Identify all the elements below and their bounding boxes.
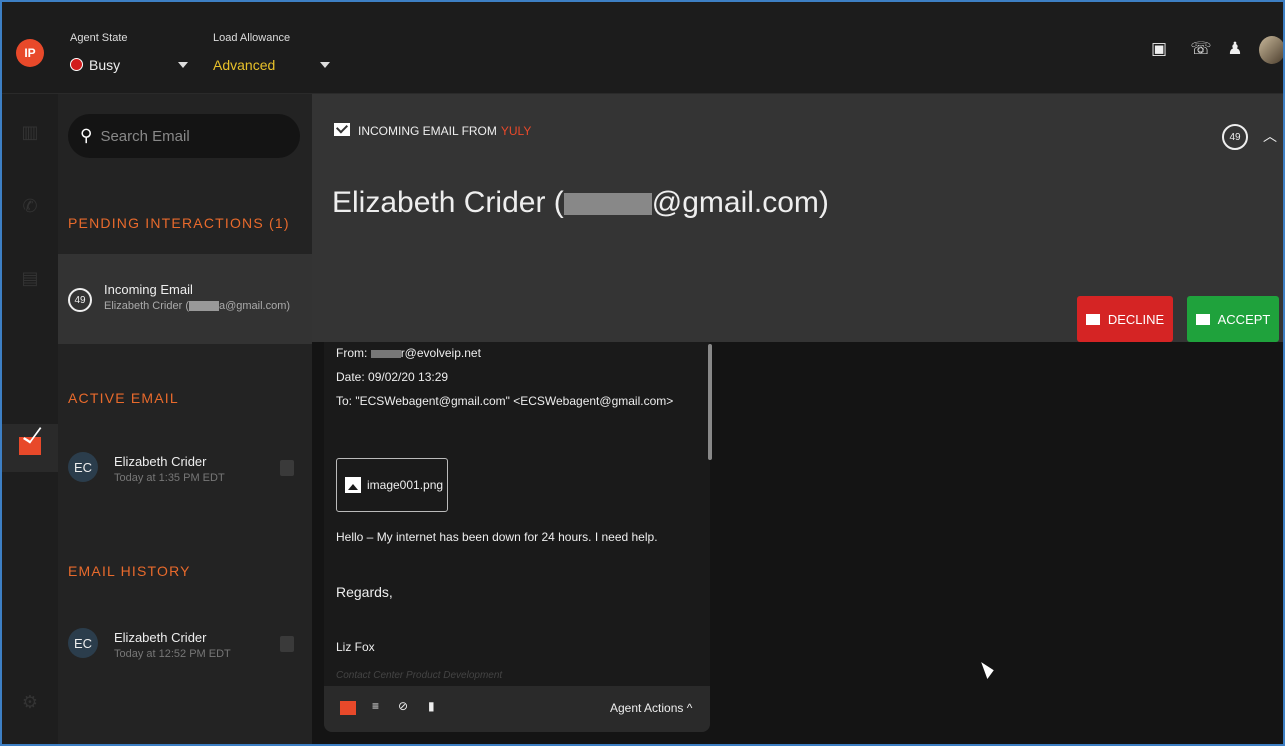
countdown-timer: 49 [1222, 124, 1248, 150]
agent-state-value[interactable]: Busy [89, 57, 120, 73]
mouse-cursor [981, 659, 996, 679]
chart-icon[interactable]: ▥ [18, 120, 42, 144]
nav-rail: ▥ ✆ ▤ ⚙ [2, 94, 58, 744]
phone-icon[interactable]: ✆ [18, 194, 42, 218]
load-allowance-label: Load Allowance [213, 32, 291, 44]
history-email-item[interactable]: EC Elizabeth Crider Today at 12:52 PM ED… [58, 618, 312, 678]
pending-item-subtitle: Elizabeth Crider (a@gmail.com) [104, 300, 291, 312]
search-box[interactable]: ⚲ [68, 114, 300, 158]
email-list-panel: ⚲ PENDING INTERACTIONS (1) 49 Incoming E… [58, 94, 312, 744]
incoming-label: INCOMING EMAIL FROM YULY [358, 124, 532, 138]
pending-item-title: Incoming Email [104, 282, 193, 297]
user-avatar[interactable] [1259, 36, 1283, 64]
incoming-email-banner: INCOMING EMAIL FROM YULY Elizabeth Crider… [312, 94, 1283, 342]
email-to-line: To: "ECSWebagent@gmail.com" <ECSWebagent… [336, 394, 674, 408]
history-item-time: Today at 12:52 PM EDT [114, 648, 231, 660]
load-allowance-value[interactable]: Advanced [213, 57, 275, 73]
email-date-line: Date: 09/02/20 13:29 [336, 370, 449, 384]
image-icon [345, 477, 361, 493]
app-logo: IP [16, 39, 44, 67]
email-regards: Regards, [336, 584, 393, 600]
redacted-text [563, 193, 652, 216]
active-item-time: Today at 1:35 PM EDT [114, 472, 225, 484]
nav-email-active[interactable] [2, 424, 58, 472]
envelope-icon [1085, 313, 1100, 325]
pending-email-item[interactable]: 49 Incoming Email Elizabeth Crider (a@gm… [58, 254, 312, 344]
avatar: EC [68, 452, 98, 482]
bell-icon[interactable]: ♟ [1223, 36, 1247, 62]
load-allowance-dropdown-icon[interactable] [320, 62, 330, 68]
chevron-up-icon[interactable]: ︿ [1263, 126, 1277, 146]
agent-actions-button[interactable]: Agent Actions ^ [610, 701, 692, 715]
reply-email-icon[interactable] [340, 701, 356, 715]
settings-icon[interactable]: ⚙ [18, 690, 42, 714]
redacted-text [370, 349, 401, 358]
email-history-header: EMAIL HISTORY [68, 563, 191, 579]
agent-state-label: Agent State [70, 32, 128, 44]
decline-button[interactable]: DECLINE [1077, 296, 1173, 342]
notes-icon[interactable] [280, 636, 294, 652]
accept-button[interactable]: ACCEPT [1187, 296, 1279, 342]
attachment[interactable]: image001.png [336, 458, 448, 512]
search-icon: ⚲ [80, 126, 93, 145]
pending-interactions-header: PENDING INTERACTIONS (1) [68, 215, 290, 231]
app-window: IP Agent State Load Allowance Busy Advan… [0, 0, 1285, 746]
notes-icon[interactable] [280, 460, 294, 476]
history-icon[interactable]: ⊘ [398, 699, 408, 713]
search-input[interactable] [100, 127, 281, 145]
phone-device-icon[interactable]: ▣ [1147, 36, 1171, 62]
email-body: Hello – My internet has been down for 24… [336, 530, 658, 544]
history-item-name: Elizabeth Crider [114, 630, 207, 645]
countdown-timer: 49 [68, 288, 92, 312]
clipboard-icon[interactable]: ▮ [428, 699, 435, 713]
top-bar: IP Agent State Load Allowance Busy Advan… [2, 2, 1283, 94]
active-email-item[interactable]: EC Elizabeth Crider Today at 1:35 PM EDT [58, 442, 312, 502]
attachment-name: image001.png [367, 478, 444, 492]
contact-name: Elizabeth Crider (@gmail.com) [332, 186, 829, 219]
email-preview-panel: From: r@evolveip.net Date: 09/02/20 13:2… [324, 342, 712, 732]
signature-name: Liz Fox [336, 640, 375, 654]
email-from-line: From: r@evolveip.net [336, 346, 481, 360]
menu-icon[interactable]: ≡ [372, 699, 379, 713]
signature-title: Contact Center Product Development [336, 670, 503, 681]
active-item-name: Elizabeth Crider [114, 454, 207, 469]
agent-state-dropdown-icon[interactable] [178, 62, 188, 68]
scrollbar[interactable] [708, 344, 712, 460]
incoming-from: YULY [500, 124, 532, 138]
busy-status-icon [70, 58, 83, 71]
email-footer-toolbar: ≡ ⊘ ▮ Agent Actions ^ [324, 686, 710, 732]
avatar: EC [68, 628, 98, 658]
email-icon[interactable] [18, 434, 42, 458]
phone-transfer-icon[interactable]: ☏ [1189, 36, 1213, 62]
redacted-text [188, 301, 219, 312]
chat-icon[interactable]: ▤ [18, 266, 42, 290]
envelope-icon [334, 123, 350, 136]
envelope-open-icon [1195, 313, 1210, 325]
active-email-header: ACTIVE EMAIL [68, 390, 179, 406]
